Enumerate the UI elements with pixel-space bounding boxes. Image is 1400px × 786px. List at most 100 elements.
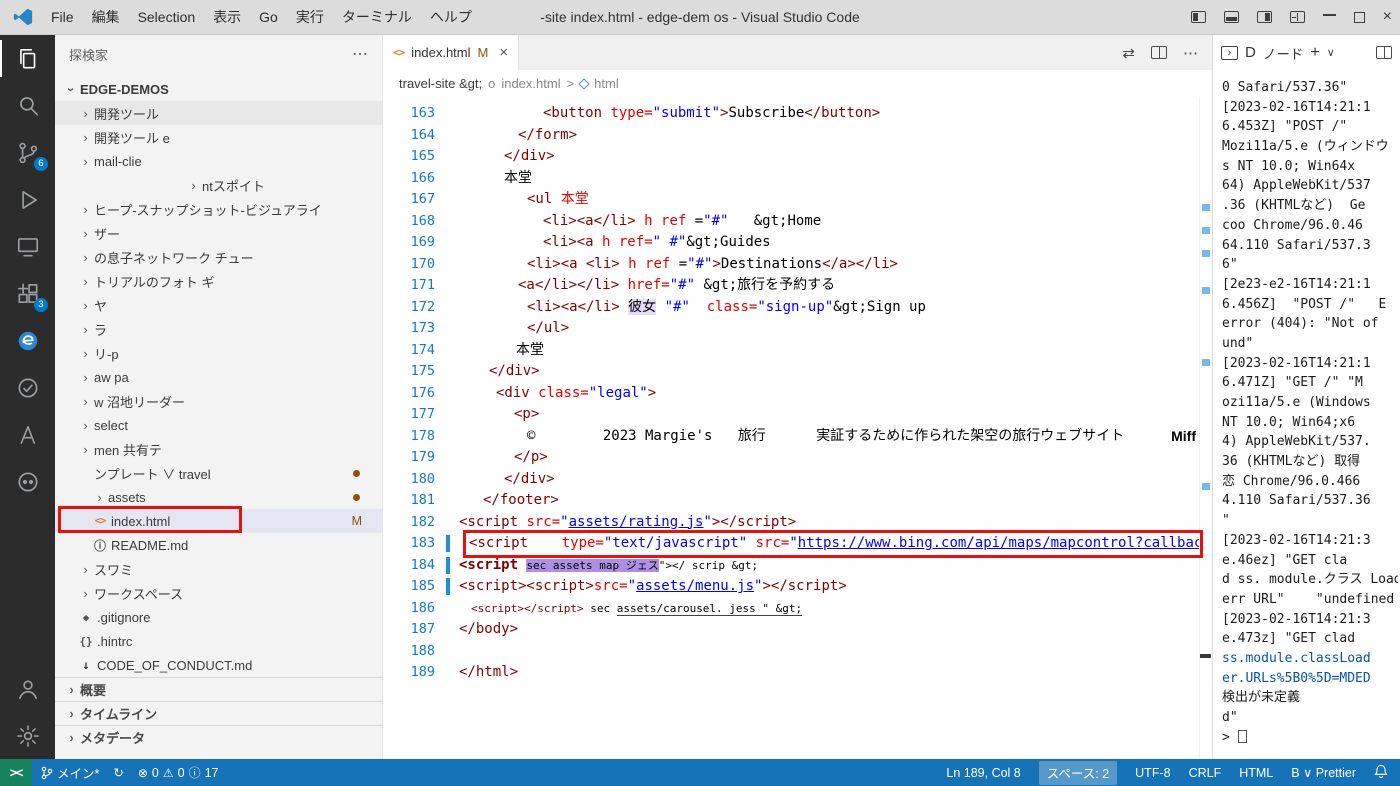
- code-line-166[interactable]: 166本堂: [383, 168, 1212, 190]
- menu-item[interactable]: 表示: [204, 0, 250, 35]
- code-line-185[interactable]: 185<script><script>src="assets/menu.js">…: [383, 576, 1212, 598]
- settings-icon[interactable]: [0, 712, 55, 759]
- tree-item[interactable]: ↓CODE_OF_CONDUCT.md: [55, 653, 382, 677]
- testing-icon[interactable]: [0, 364, 55, 411]
- close-icon[interactable]: ×: [1383, 9, 1392, 25]
- indentation-setting[interactable]: スペース: 2: [1039, 761, 1117, 785]
- code-line-186[interactable]: 186<script></script> sec assets/carousel…: [383, 598, 1212, 620]
- encoding[interactable]: UTF-8: [1135, 766, 1170, 780]
- chevron-down-icon[interactable]: ∨: [1327, 46, 1335, 59]
- tree-item[interactable]: ›開発ツール e: [55, 125, 382, 149]
- add-icon[interactable]: +: [1310, 44, 1319, 62]
- panel-open-icon[interactable]: ›: [1221, 46, 1238, 60]
- menu-item[interactable]: Selection: [129, 0, 205, 35]
- tree-item[interactable]: ›ヤ: [55, 293, 382, 317]
- code-line-182[interactable]: 182<script src="assets/rating.js"></scri…: [383, 512, 1212, 534]
- tree-item[interactable]: ›開発ツール: [55, 101, 382, 125]
- tree-item[interactable]: ›men 共有テ: [55, 437, 382, 461]
- tree-item[interactable]: ◆.gitignore: [55, 605, 382, 629]
- code-line-171[interactable]: 171<a</li></li> href="#" &gt;旅行を予約する: [383, 275, 1212, 297]
- cursor-position[interactable]: Ln 189, Col 8: [946, 766, 1020, 780]
- problems-indicator[interactable]: ⊗0 ⚠0 ⓘ17: [133, 759, 224, 786]
- edge-icon[interactable]: [0, 317, 55, 364]
- azure-icon[interactable]: [0, 411, 55, 458]
- menu-item[interactable]: ヘルプ: [421, 0, 481, 35]
- search-icon[interactable]: [0, 82, 55, 129]
- account-icon[interactable]: [0, 665, 55, 712]
- toggle-sidebar-icon[interactable]: [1191, 11, 1206, 23]
- console-dropdown[interactable]: ノード: [1263, 43, 1304, 63]
- code-line-168[interactable]: 168<li><a</li> h ref ="#" &gt;Home: [383, 211, 1212, 233]
- code-line-174[interactable]: 174本堂: [383, 340, 1212, 362]
- remote-explorer-icon[interactable]: [0, 223, 55, 270]
- sync-icon[interactable]: ↻: [108, 759, 128, 786]
- close-tab-icon[interactable]: ×: [499, 44, 508, 61]
- code-area[interactable]: 163<button type="submit">Subscribe</butt…: [383, 97, 1212, 759]
- code-line-170[interactable]: 170<li><a <li> h ref ="#">Destinations</…: [383, 254, 1212, 276]
- more-actions-icon[interactable]: ⋯: [352, 44, 368, 64]
- tree-item[interactable]: ›mail-clie: [55, 149, 382, 173]
- tree-item[interactable]: {}.hintrc: [55, 629, 382, 653]
- remote-indicator[interactable]: ><: [0, 759, 32, 786]
- tree-item[interactable]: ›ワークスペース: [55, 581, 382, 605]
- code-line-183[interactable]: 183<script type="text/javascript" src="h…: [383, 533, 1212, 555]
- more-actions-icon[interactable]: ⋯: [1183, 44, 1198, 62]
- tree-item[interactable]: ›タイムライン: [55, 701, 382, 725]
- tree-item[interactable]: ›リ-p: [55, 341, 382, 365]
- tree-item[interactable]: ›assets: [55, 485, 382, 509]
- tab-index-html[interactable]: <> index.html M ×: [383, 35, 519, 70]
- source-control-icon[interactable]: 6: [0, 129, 55, 176]
- code-line-187[interactable]: 187</body>: [383, 619, 1212, 641]
- diff-icon[interactable]: ⇄: [1122, 44, 1135, 62]
- tree-item[interactable]: ›トリアルのフォト ギ: [55, 269, 382, 293]
- split-editor-icon[interactable]: [1151, 46, 1167, 59]
- code-line-184[interactable]: 184<script sec assets map ジェス"></ scrip …: [383, 555, 1212, 577]
- copilot-icon[interactable]: [0, 458, 55, 505]
- code-line-177[interactable]: 177<p>: [383, 404, 1212, 426]
- breadcrumb-item-folder[interactable]: travel-site &gt;: [399, 76, 482, 91]
- code-line-188[interactable]: 188: [383, 641, 1212, 663]
- code-line-164[interactable]: 164</form>: [383, 125, 1212, 147]
- code-line-163[interactable]: 163<button type="submit">Subscribe</butt…: [383, 103, 1212, 125]
- code-line-175[interactable]: 175</div>: [383, 361, 1212, 383]
- menu-item[interactable]: File: [42, 0, 83, 35]
- console-prompt[interactable]: >: [1222, 728, 1398, 748]
- bell-icon[interactable]: [1374, 764, 1388, 782]
- tree-item[interactable]: ›ラ: [55, 317, 382, 341]
- tree-item[interactable]: ›の息子ネットワーク チュー: [55, 245, 382, 269]
- code-line-181[interactable]: 181</footer>: [383, 490, 1212, 512]
- code-line-179[interactable]: 179</p>: [383, 447, 1212, 469]
- menu-item[interactable]: 編集: [83, 0, 129, 35]
- code-line-165[interactable]: 165</div>: [383, 146, 1212, 168]
- tree-item[interactable]: ›スワミ: [55, 557, 382, 581]
- breadcrumb-item-file[interactable]: index.html: [501, 76, 560, 91]
- code-line-169[interactable]: 169<li><a h ref=" #"&gt;Guides: [383, 232, 1212, 254]
- split-panel-icon[interactable]: [1376, 46, 1392, 59]
- code-line-167[interactable]: 167<ul 本堂: [383, 189, 1212, 211]
- tree-item[interactable]: ›概要: [55, 677, 382, 701]
- tree-item[interactable]: ›select: [55, 413, 382, 437]
- tree-item[interactable]: ⓘREADME.md: [55, 533, 382, 557]
- run-debug-icon[interactable]: [0, 176, 55, 223]
- code-line-173[interactable]: 173</ul>: [383, 318, 1212, 340]
- tree-item[interactable]: ›ntスポイト: [55, 173, 382, 197]
- formatter-status[interactable]: B ∨ Prettier: [1291, 765, 1356, 780]
- tree-item[interactable]: ›ザー: [55, 221, 382, 245]
- language-mode[interactable]: HTML: [1239, 766, 1273, 780]
- extensions-icon[interactable]: 3: [0, 270, 55, 317]
- eol-setting[interactable]: CRLF: [1189, 766, 1222, 780]
- menu-item[interactable]: 実行: [287, 0, 333, 35]
- code-line-189[interactable]: 189</html>: [383, 662, 1212, 684]
- menu-item[interactable]: ターミナル: [333, 0, 421, 35]
- code-line-172[interactable]: 172<li><a</li> 彼女 "#" class="sign-up"&gt…: [383, 297, 1212, 319]
- overview-ruler[interactable]: [1199, 97, 1212, 759]
- customize-layout-icon[interactable]: [1290, 11, 1305, 23]
- breadcrumb-item-symbol[interactable]: html: [594, 76, 619, 91]
- code-line-178[interactable]: 178Miff© 2023 Margie's 旅行 実証するために作られた架空の…: [383, 426, 1212, 448]
- tree-item[interactable]: ›メタデータ: [55, 725, 382, 749]
- tree-item[interactable]: ›w 沼地リーダー: [55, 389, 382, 413]
- code-line-180[interactable]: 180</div>: [383, 469, 1212, 491]
- maximize-icon[interactable]: [1354, 12, 1365, 23]
- tree-item[interactable]: ンプレート ∨ travel: [55, 461, 382, 485]
- tree-item[interactable]: ›EDGE-DEMOS: [55, 77, 382, 101]
